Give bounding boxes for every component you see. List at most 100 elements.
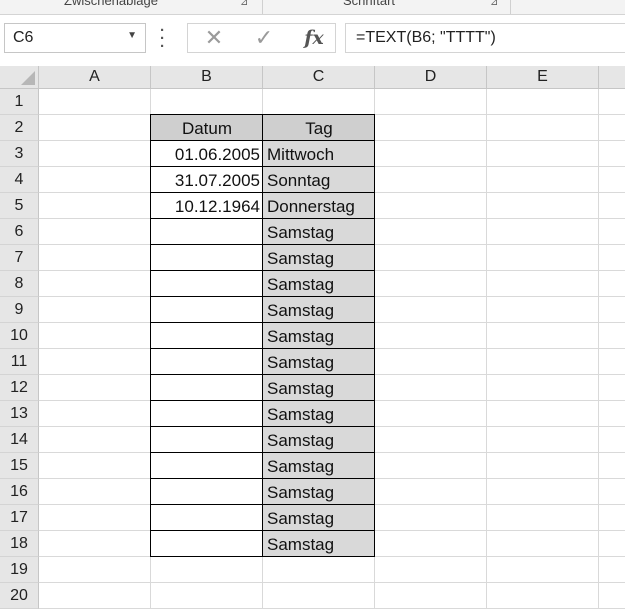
row-header-19[interactable]: 19: [0, 557, 39, 583]
grid-cell[interactable]: [487, 167, 599, 193]
table-header-tag[interactable]: Tag: [263, 115, 375, 141]
row-header-17[interactable]: 17: [0, 505, 39, 531]
grid-cell[interactable]: [39, 297, 151, 323]
grid-cell[interactable]: [487, 479, 599, 505]
grid-cell[interactable]: [375, 271, 487, 297]
grid-cell[interactable]: [263, 557, 375, 583]
grid-cell[interactable]: [487, 453, 599, 479]
grid-cell[interactable]: [375, 193, 487, 219]
grid-cell[interactable]: [39, 219, 151, 245]
weekday-cell[interactable]: Samstag: [263, 323, 375, 349]
grid-cell[interactable]: [375, 505, 487, 531]
cancel-x-icon[interactable]: ✕: [194, 24, 234, 52]
row-header-2[interactable]: 2: [0, 115, 39, 141]
grid-cell[interactable]: [375, 453, 487, 479]
date-cell[interactable]: [151, 427, 263, 453]
grid-cell[interactable]: [599, 323, 625, 349]
grid-cell[interactable]: [599, 297, 625, 323]
row-header-12[interactable]: 12: [0, 375, 39, 401]
date-cell[interactable]: [151, 505, 263, 531]
grid-cell[interactable]: [39, 141, 151, 167]
weekday-cell[interactable]: Samstag: [263, 349, 375, 375]
grid-cell[interactable]: [39, 479, 151, 505]
row-header-16[interactable]: 16: [0, 479, 39, 505]
dialog-launcher-icon[interactable]: ⊿: [490, 0, 498, 8]
grid-cell[interactable]: [39, 531, 151, 557]
row-header-7[interactable]: 7: [0, 245, 39, 271]
grid-cell[interactable]: [39, 323, 151, 349]
grid-cell[interactable]: [39, 557, 151, 583]
column-header-c[interactable]: C: [263, 66, 375, 89]
grid-cell[interactable]: [487, 115, 599, 141]
grid-cell[interactable]: [487, 297, 599, 323]
grid-cell[interactable]: [375, 401, 487, 427]
date-cell[interactable]: [151, 219, 263, 245]
weekday-cell[interactable]: Samstag: [263, 505, 375, 531]
grid-cell[interactable]: [487, 531, 599, 557]
row-header-6[interactable]: 6: [0, 219, 39, 245]
grid-cell[interactable]: [39, 167, 151, 193]
row-header-13[interactable]: 13: [0, 401, 39, 427]
grid-cell[interactable]: [599, 583, 625, 609]
date-cell[interactable]: [151, 401, 263, 427]
grid-cell[interactable]: [487, 583, 599, 609]
weekday-cell[interactable]: Samstag: [263, 219, 375, 245]
row-header-5[interactable]: 5: [0, 193, 39, 219]
grid-cell[interactable]: [599, 89, 625, 115]
grid-cell[interactable]: [599, 375, 625, 401]
row-header-4[interactable]: 4: [0, 167, 39, 193]
grid-cell[interactable]: [375, 297, 487, 323]
grid-cell[interactable]: [599, 167, 625, 193]
date-cell[interactable]: 31.07.2005: [151, 167, 263, 193]
weekday-cell[interactable]: Samstag: [263, 401, 375, 427]
grid-cell[interactable]: [487, 245, 599, 271]
date-cell[interactable]: [151, 323, 263, 349]
grid-cell[interactable]: [375, 245, 487, 271]
grid-cell[interactable]: [375, 427, 487, 453]
weekday-cell[interactable]: Sonntag: [263, 167, 375, 193]
grid-cell[interactable]: [487, 349, 599, 375]
grid-cell[interactable]: [151, 557, 263, 583]
grid-cell[interactable]: [39, 89, 151, 115]
grid-cell[interactable]: [487, 401, 599, 427]
grid-cell[interactable]: [599, 245, 625, 271]
grid-cell[interactable]: [39, 271, 151, 297]
row-header-15[interactable]: 15: [0, 453, 39, 479]
checkmark-icon[interactable]: ✓: [244, 24, 284, 52]
grid-cell[interactable]: [151, 89, 263, 115]
insert-function-icon[interactable]: fx: [294, 24, 334, 52]
grid-cell[interactable]: [263, 583, 375, 609]
date-cell[interactable]: 01.06.2005: [151, 141, 263, 167]
grid-cell[interactable]: [599, 479, 625, 505]
grid-cell[interactable]: [39, 427, 151, 453]
date-cell[interactable]: [151, 297, 263, 323]
table-header-datum[interactable]: Datum: [151, 115, 263, 141]
grid-cell[interactable]: [599, 531, 625, 557]
date-cell[interactable]: 10.12.1964: [151, 193, 263, 219]
weekday-cell[interactable]: Samstag: [263, 245, 375, 271]
date-cell[interactable]: [151, 531, 263, 557]
grid-cell[interactable]: [39, 401, 151, 427]
weekday-cell[interactable]: Samstag: [263, 297, 375, 323]
grid-cell[interactable]: [599, 557, 625, 583]
grid-cell[interactable]: [39, 453, 151, 479]
grid-cell[interactable]: [599, 271, 625, 297]
weekday-cell[interactable]: Samstag: [263, 271, 375, 297]
grid-cell[interactable]: [375, 323, 487, 349]
date-cell[interactable]: [151, 479, 263, 505]
grid-cell[interactable]: [487, 557, 599, 583]
name-box[interactable]: C6 ▼: [4, 23, 146, 53]
dialog-launcher-icon[interactable]: ⊿: [240, 0, 248, 8]
grid-cell[interactable]: [599, 349, 625, 375]
grid-cell[interactable]: [487, 141, 599, 167]
row-header-18[interactable]: 18: [0, 531, 39, 557]
column-header-b[interactable]: B: [151, 66, 263, 89]
column-header-a[interactable]: A: [39, 66, 151, 89]
chevron-down-icon[interactable]: ▼: [127, 30, 137, 41]
grid-cell[interactable]: [487, 219, 599, 245]
grid-cell[interactable]: [39, 349, 151, 375]
formula-input[interactable]: =TEXT(B6; "TTTT"): [345, 23, 625, 53]
grid-cell[interactable]: [599, 219, 625, 245]
grid-cell[interactable]: [39, 115, 151, 141]
weekday-cell[interactable]: Donnerstag: [263, 193, 375, 219]
